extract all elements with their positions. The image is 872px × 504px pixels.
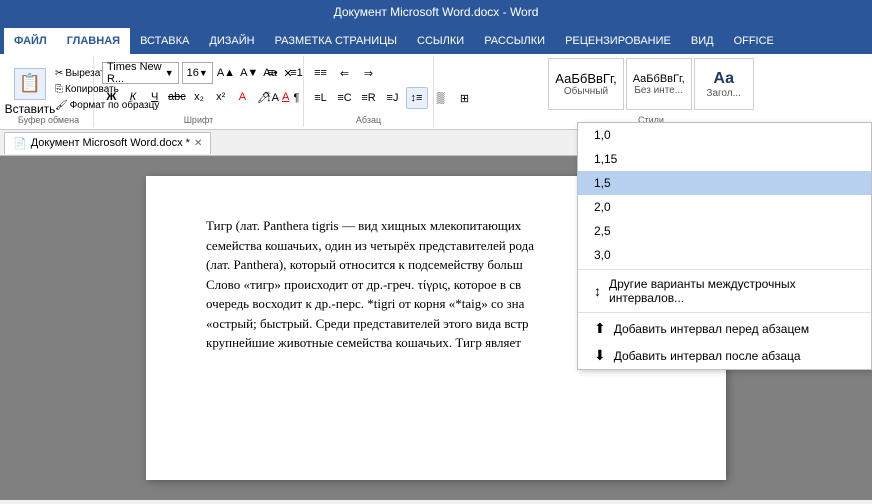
decrease-font-button[interactable]: A▼ [239,62,259,84]
superscript-button[interactable]: x² [211,86,230,108]
align-left-button[interactable]: ≡L [310,87,332,109]
numbering-button[interactable]: ≡1 [286,62,308,84]
decrease-indent-button[interactable]: ⇐ [334,62,356,84]
title-bar: Документ Microsoft Word.docx - Word [0,0,872,24]
other-intervals-icon: ↕ [594,283,601,299]
font-name-arrow: ▼ [165,68,174,78]
tab-insert[interactable]: ВСТАВКА [130,28,199,54]
spacing-3-0[interactable]: 3,0 [578,243,871,267]
styles-group: АаБбВвГг, Обычный АаБбВвГг, Без инте... … [434,56,868,127]
add-space-after-button[interactable]: ⬇ Добавить интервал после абзаца [578,342,871,369]
bullets-button[interactable]: ≡• [262,62,284,84]
add-space-before-label: Добавить интервал перед абзацем [614,322,809,336]
doc-icon: 📄 [13,137,27,150]
paste-button[interactable]: 📋 Вставить [8,62,52,122]
ribbon-tabs: ФАЙЛ ГЛАВНАЯ ВСТАВКА ДИЗАЙН РАЗМЕТКА СТР… [0,24,872,54]
spacing-2-5[interactable]: 2,5 [578,219,871,243]
dropdown-divider-2 [578,312,871,313]
tab-design[interactable]: ДИЗАЙН [199,28,264,54]
sort-button[interactable]: ↕A [262,87,284,109]
style-no-spacing[interactable]: АаБбВвГг, Без инте... [626,58,692,110]
tab-office[interactable]: OFFICE [724,28,784,54]
spacing-2-0-label: 2,0 [594,200,611,214]
spacing-1-15[interactable]: 1,15 [578,147,871,171]
format-painter-icon: 🖌 [55,100,68,111]
subscript-button[interactable]: x₂ [190,86,209,108]
add-space-after-label: Добавить интервал после абзаца [614,349,801,363]
spacing-2-5-label: 2,5 [594,224,611,238]
tab-references[interactable]: ССЫЛКИ [407,28,474,54]
spacing-1-5[interactable]: 1,5 [578,171,871,195]
font-name-selector[interactable]: Times New R... ▼ [102,62,179,84]
text-color-button[interactable]: A [233,86,252,108]
tab-mailings[interactable]: РАССЫЛКИ [474,28,555,54]
font-name-value: Times New R... [107,61,165,85]
tab-view[interactable]: ВИД [681,28,724,54]
spacing-1-0-label: 1,0 [594,128,611,142]
add-space-before-button[interactable]: ⬆ Добавить интервал перед абзацем [578,315,871,342]
paste-icon: 📋 [14,68,46,100]
close-doc-tab-button[interactable]: ✕ [194,138,202,149]
underline-button[interactable]: Ч [145,86,164,108]
copy-icon: ⎘ [55,84,63,95]
bold-button[interactable]: Ж [102,86,121,108]
add-space-before-icon: ⬆ [594,320,606,337]
align-right-button[interactable]: ≡R [358,87,380,109]
spacing-1-5-label: 1,5 [594,176,611,190]
paste-label: Вставить [5,102,56,116]
strikethrough-button[interactable]: abc [167,86,187,108]
tab-layout[interactable]: РАЗМЕТКА СТРАНИЦЫ [265,28,407,54]
add-space-after-icon: ⬇ [594,347,606,364]
other-intervals-button[interactable]: ↕ Другие варианты междустрочных интервал… [578,272,871,310]
styles-gallery: АаБбВвГг, Обычный АаБбВвГг, Без инте... … [548,58,753,110]
font-group-label: Шрифт [94,115,303,125]
line-spacing-dropdown: 1,0 1,15 1,5 2,0 2,5 3,0 ↕ Другие вариан… [577,122,872,370]
title-text: Документ Microsoft Word.docx - Word [334,5,539,19]
ribbon-toolbar: 📋 Вставить ✂ Вырезать ⎘ Копировать 🖌 Фор… [0,54,872,130]
dropdown-divider-1 [578,269,871,270]
multilevel-button[interactable]: ≡≡ [310,62,332,84]
font-size-value: 16 [187,67,199,79]
paragraph-group: ≡• ≡1 ≡≡ ⇐ ⇒ ↕A ¶ ≡L ≡C ≡R ≡J ↕≡ ▒ ⊞ Абз… [304,56,434,127]
style-normal[interactable]: АаБбВвГг, Обычный [548,58,623,110]
tab-file[interactable]: ФАЙЛ [4,28,57,54]
align-center-button[interactable]: ≡C [334,87,356,109]
scissors-icon: ✂ [55,68,63,79]
clipboard-group-label: Буфер обмена [4,115,93,125]
document-tab[interactable]: 📄 Документ Microsoft Word.docx * ✕ [4,132,211,154]
spacing-2-0[interactable]: 2,0 [578,195,871,219]
other-intervals-label: Другие варианты междустрочных интервалов… [609,277,855,305]
paragraph-group-label: Абзац [304,115,433,125]
clipboard-group: 📋 Вставить ✂ Вырезать ⎘ Копировать 🖌 Фор… [4,56,94,127]
italic-button[interactable]: К [124,86,143,108]
increase-font-button[interactable]: A▲ [216,62,236,84]
line-spacing-button[interactable]: ↕≡ [406,87,428,109]
spacing-3-0-label: 3,0 [594,248,611,262]
increase-indent-button[interactable]: ⇒ [358,62,380,84]
tab-review[interactable]: РЕЦЕНЗИРОВАНИЕ [555,28,681,54]
tab-home[interactable]: ГЛАВНАЯ [57,28,130,54]
justify-button[interactable]: ≡J [382,87,404,109]
font-size-selector[interactable]: 16 ▼ [182,62,213,84]
style-heading[interactable]: Аа Загол... [694,58,754,110]
show-formatting-button[interactable]: ¶ [286,87,308,109]
spacing-1-0[interactable]: 1,0 [578,123,871,147]
doc-tab-label: Документ Microsoft Word.docx * [31,137,190,149]
spacing-1-15-label: 1,15 [594,152,617,166]
font-size-arrow: ▼ [199,68,208,78]
